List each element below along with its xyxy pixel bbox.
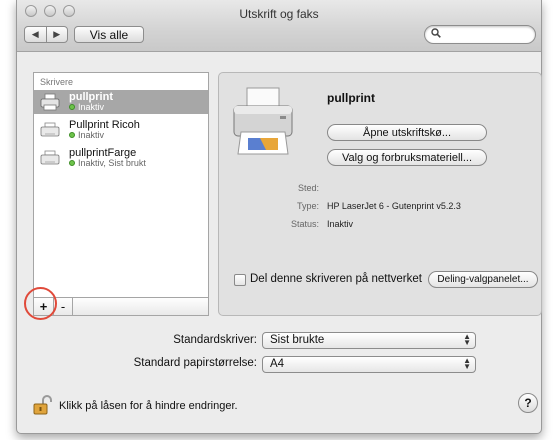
type-label: Type:: [296, 201, 319, 211]
printer-status: Inaktiv, Sist brukt: [69, 158, 146, 168]
preferences-window: Utskrift og faks ◀ ▶ Vis alle Skrivere p…: [16, 0, 542, 434]
popup-arrows-icon: ▲ ▼: [463, 332, 471, 347]
search-icon: [431, 28, 441, 41]
default-paper-label: Standard papirstørrelse:: [133, 357, 257, 369]
share-printer-label[interactable]: Del denne skriveren på nettverket: [250, 273, 422, 285]
default-printer-value: Sist brukte: [270, 334, 325, 346]
share-printer-checkbox[interactable]: [234, 274, 246, 286]
printer-list-header: Skrivere: [40, 77, 74, 87]
printer-list-toolbar: + -: [33, 297, 209, 316]
printer-icon: [40, 122, 60, 137]
type-value: HP LaserJet 6 - Gutenprint v5.2.3: [327, 201, 461, 211]
default-printer-popup[interactable]: Sist brukte ▲ ▼: [262, 332, 476, 349]
printer-detail-panel: pullprint Åpne utskriftskø... Valg og fo…: [218, 72, 542, 316]
search-field[interactable]: [424, 25, 536, 44]
status-dot-icon: [69, 132, 75, 138]
printer-list-item[interactable]: pullprintFarge Inaktiv, Sist brukt: [34, 146, 208, 170]
location-label: Sted:: [297, 183, 319, 193]
show-all-button[interactable]: Vis alle: [74, 26, 144, 43]
printer-icon: [40, 93, 60, 111]
printer-status-text: Inaktiv, Sist brukt: [78, 158, 146, 168]
window-title: Utskrift og faks: [239, 7, 319, 21]
default-printer-label: Standardskriver:: [173, 334, 257, 346]
printer-list-item[interactable]: pullprint Inaktiv: [34, 90, 208, 114]
default-paper-value: A4: [270, 358, 285, 370]
status-dot-icon: [69, 160, 75, 166]
back-arrow-icon[interactable]: ◀: [25, 27, 47, 42]
status-label: Status:: [290, 219, 319, 229]
open-print-queue-button[interactable]: Åpne utskriftskø...: [327, 124, 487, 141]
printer-icon: [40, 150, 60, 165]
selected-printer-name: pullprint: [327, 91, 375, 105]
printer-list: Skrivere pullprint Inaktiv Pullprint Ric…: [33, 72, 209, 316]
sharing-preferences-button[interactable]: Deling-valgpanelet...: [428, 271, 538, 288]
options-supplies-button[interactable]: Valg og forbruksmateriell...: [327, 149, 487, 166]
titlebar: Utskrift og faks ◀ ▶ Vis alle: [17, 0, 541, 52]
forward-arrow-icon[interactable]: ▶: [47, 27, 68, 42]
lock-icon[interactable]: [33, 395, 53, 415]
default-paper-popup[interactable]: A4 ▲ ▼: [262, 356, 476, 373]
printer-list-item[interactable]: Pullprint Ricoh Inaktiv: [34, 118, 208, 142]
status-dot-icon: [69, 104, 75, 110]
help-button[interactable]: ?: [518, 393, 538, 413]
nav-segmented-control: ◀ ▶: [24, 26, 68, 43]
printer-status: Inaktiv: [69, 102, 104, 112]
printer-large-icon: [233, 87, 293, 155]
printer-status-text: Inaktiv: [78, 102, 105, 112]
status-value: Inaktiv: [327, 219, 354, 229]
popup-arrows-icon: ▲ ▼: [463, 356, 471, 371]
printer-status-text: Inaktiv: [78, 130, 105, 140]
lock-instruction-text: Klikk på låsen for å hindre endringer.: [59, 400, 238, 412]
printer-status: Inaktiv: [69, 130, 104, 140]
highlight-circle: [24, 287, 57, 320]
